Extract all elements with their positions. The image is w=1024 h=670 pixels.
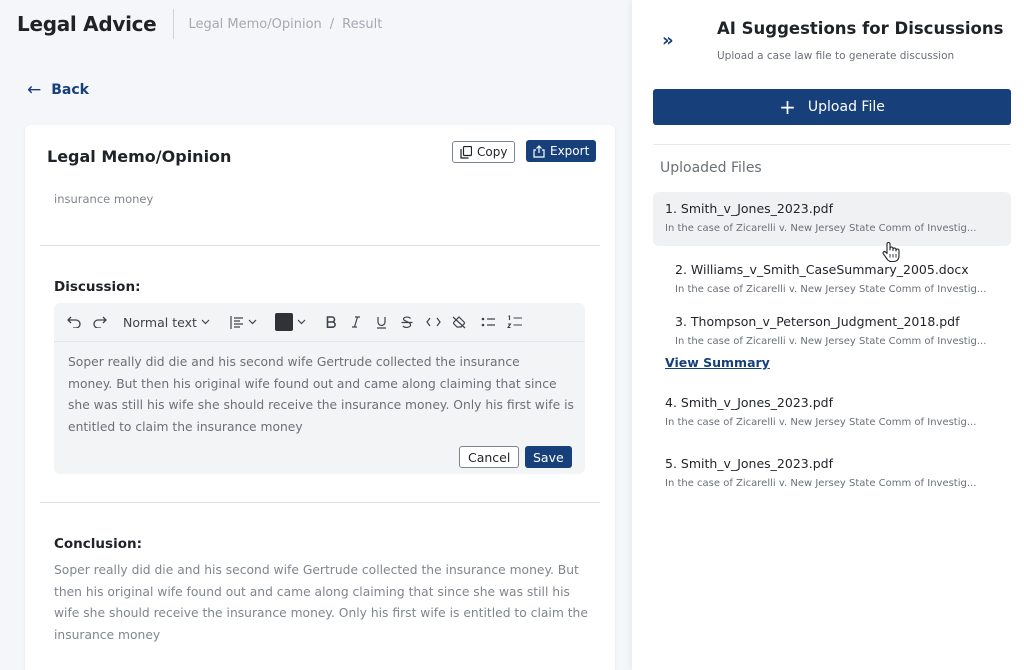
app-title: Legal Advice [17,12,157,36]
file-name: 2. Williams_v_Smith_CaseSummary_2005.doc… [675,262,969,277]
export-button[interactable]: Export [526,140,597,162]
copy-label: Copy [477,145,508,159]
arrow-left-icon: ← [27,80,42,100]
ai-suggestions-panel: » AI Suggestions for Discussions Upload … [632,0,1024,670]
section-divider [40,245,600,246]
export-icon [533,144,545,158]
file-name: 3. Thompson_v_Peterson_Judgment_2018.pdf [675,314,960,329]
cancel-button[interactable]: Cancel [459,446,520,468]
bold-icon [326,316,336,328]
text-line: Soper really did die and his second wife… [68,355,520,369]
file-name: 1. Smith_v_Jones_2023.pdf [665,201,833,216]
memo-title: Legal Memo/Opinion [47,147,232,166]
eraser-icon [452,315,466,328]
numbered-list-button[interactable] [506,315,523,329]
discussion-text[interactable]: Soper really did die and his second wife… [68,352,578,438]
align-dropdown[interactable] [230,315,257,329]
file-item[interactable]: 1. Smith_v_Jones_2023.pdf In the case of… [653,192,1011,246]
hand-cursor-icon [882,242,900,263]
save-button[interactable]: Save [525,446,572,468]
back-label: Back [51,82,89,98]
chevron-down-icon [248,319,257,325]
export-label: Export [550,144,590,158]
chevron-down-icon [201,319,210,325]
header-divider [173,9,175,39]
plus-icon: + [779,95,796,119]
text-line: she was still his wife she should receiv… [68,398,574,412]
redo-button[interactable] [93,316,107,328]
file-item[interactable]: 5. Smith_v_Jones_2023.pdf In the case of… [653,447,1011,501]
file-description: In the case of Zicarelli v. New Jersey S… [665,417,977,428]
discussion-heading: Discussion: [54,279,141,295]
discussion-editor[interactable]: Normal text Soper really did die and his… [54,303,585,474]
uploaded-files-label: Uploaded Files [660,160,762,176]
conclusion-text: Soper really did die and his second wife… [54,560,594,646]
file-description: In the case of Zicarelli v. New Jersey S… [675,336,987,347]
scroll-mask [25,173,615,185]
breadcrumb-memo[interactable]: Legal Memo/Opinion [188,17,321,32]
view-summary-link[interactable]: View Summary [665,355,770,370]
breadcrumb-separator: / [329,16,335,32]
text-style-dropdown[interactable]: Normal text [123,315,210,330]
file-description: In the case of Zicarelli v. New Jersey S… [665,223,977,234]
text-color-dropdown[interactable] [274,313,306,331]
text-line: Soper really did die and his second wife… [54,563,579,577]
underline-icon [376,316,386,329]
italic-button[interactable] [351,316,361,328]
strikethrough-icon [401,315,413,328]
chevron-down-icon [297,319,306,325]
top-header: Legal Advice Legal Memo/Opinion / Result [0,0,632,48]
upload-file-button[interactable]: + Upload File [653,89,1011,125]
text-style-value: Normal text [123,314,197,330]
file-description: In the case of Zicarelli v. New Jersey S… [665,478,977,489]
panel-title: AI Suggestions for Discussions [717,19,1004,38]
file-name: 4. Smith_v_Jones_2023.pdf [665,395,833,410]
bullet-list-icon [481,317,495,327]
copy-icon [460,145,472,159]
color-swatch [274,313,293,331]
panel-divider [653,144,1011,145]
underline-button[interactable] [376,316,387,329]
code-button[interactable] [426,317,441,327]
breadcrumb-result: Result [342,16,383,32]
strikethrough-button[interactable] [401,315,413,329]
file-name: 5. Smith_v_Jones_2023.pdf [665,456,833,471]
file-item[interactable]: 2. Williams_v_Smith_CaseSummary_2005.doc… [663,253,1021,307]
redo-icon [93,316,107,328]
numbered-list-icon [506,315,522,329]
file-item[interactable]: 4. Smith_v_Jones_2023.pdf In the case of… [653,386,1011,440]
copy-button[interactable]: Copy [452,141,516,163]
memo-card: wife she should receive the insurance mo… [25,125,615,670]
text-line: wife she should receive the insurance mo… [54,606,588,620]
italic-icon [351,316,360,328]
panel-subtitle: Upload a case law file to generate discu… [717,50,955,62]
align-icon [230,315,243,329]
text-line: money. But then his original wife found … [68,376,557,391]
clear-format-button[interactable] [452,315,466,329]
bullet-list-button[interactable] [481,316,496,328]
previous-text-line: insurance money [54,192,154,206]
file-item[interactable]: 3. Thompson_v_Peterson_Judgment_2018.pdf… [663,305,1021,359]
text-line: entitled to claim the insurance money [68,419,303,434]
collapse-panel-icon[interactable]: » [662,30,674,51]
section-divider [40,502,600,503]
text-line: then his original wife found out and cam… [54,584,570,599]
back-button[interactable]: ← Back [27,80,89,100]
bold-button[interactable] [326,316,336,328]
undo-button[interactable] [67,316,81,328]
undo-icon [67,316,81,328]
file-description: In the case of Zicarelli v. New Jersey S… [675,284,987,295]
editor-toolbar: Normal text [54,303,585,342]
conclusion-heading: Conclusion: [54,536,142,552]
upload-label: Upload File [807,99,885,115]
code-icon [426,317,441,327]
text-line: insurance money [54,627,161,642]
